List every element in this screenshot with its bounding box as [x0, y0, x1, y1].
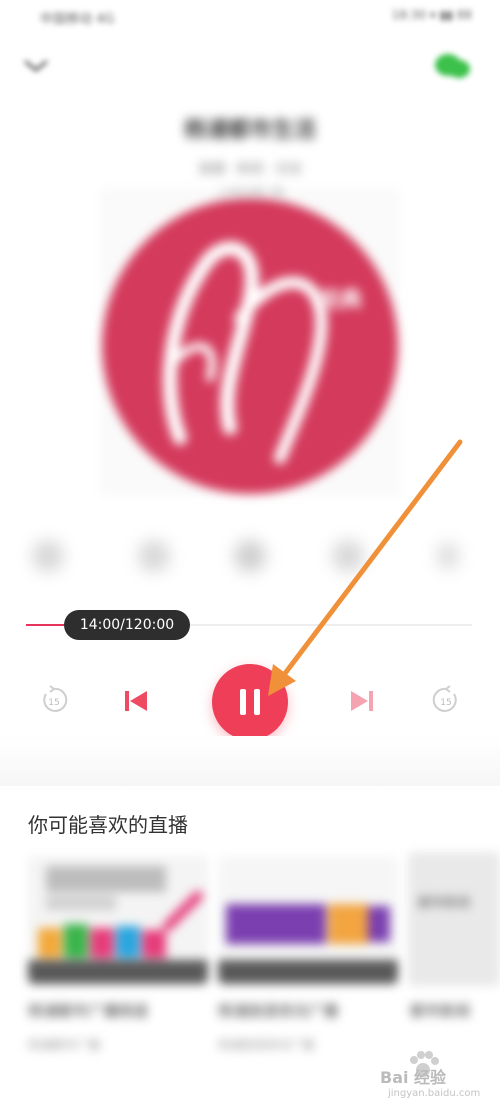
collapse-button[interactable]	[20, 50, 52, 82]
live-card-3-image[interactable]: 都市新闻	[408, 852, 500, 986]
pause-icon	[240, 689, 260, 715]
live-card-1-subtitle: 杨浦都市广播	[28, 1038, 101, 1052]
forward-label: 15	[440, 698, 451, 708]
status-bar-carrier: 中国移动 4G	[40, 12, 115, 27]
live-card-2-subtitle: 杨浦旅游资讯广播	[218, 1038, 315, 1052]
rewind-15-button[interactable]: 15	[38, 684, 70, 716]
pause-button[interactable]	[212, 664, 288, 740]
playlist-icon[interactable]	[32, 540, 64, 572]
fast-forward-icon: 15	[432, 685, 457, 712]
section-divider	[0, 736, 500, 788]
logo-label: 经典	[318, 288, 363, 313]
next-button[interactable]	[346, 686, 378, 716]
station-subtitle: 直播 · 新闻 · 访谈	[198, 162, 302, 177]
station-title: 杨浦都市生活	[183, 118, 316, 143]
wechat-share-button[interactable]	[432, 50, 472, 82]
wechat-icon	[435, 54, 470, 78]
chevron-down-icon	[24, 60, 48, 72]
radio-logo-image	[218, 856, 398, 984]
time-display: 14:00/120:00	[64, 610, 190, 640]
section-title: 你可能喜欢的直播	[28, 813, 188, 837]
download-icon[interactable]	[332, 540, 364, 572]
station-logo-image	[100, 188, 400, 496]
watermark-url: jingyan.baidu.com	[388, 1088, 481, 1099]
skip-previous-icon	[125, 691, 147, 711]
live-card-3-title[interactable]: 都市新闻	[410, 1000, 500, 1024]
watermark-brand: Bai 经验	[380, 1068, 447, 1087]
live-card-3-label: 都市新闻	[418, 896, 471, 911]
timer-icon[interactable]	[234, 540, 266, 572]
radio-logo-image	[28, 856, 208, 984]
status-bar-indicators: 18:30 ▾ ▮▮ 88	[391, 8, 472, 22]
more-icon[interactable]	[438, 544, 458, 568]
previous-button[interactable]	[120, 686, 152, 716]
rewind-icon: 15	[43, 685, 68, 712]
live-card-1-image[interactable]	[28, 856, 208, 984]
station-tag: 上海交通广播	[217, 186, 283, 199]
live-card-1-title[interactable]: 杨浦都市广播频道	[28, 1000, 208, 1024]
skip-next-icon	[351, 691, 373, 711]
rewind-label: 15	[48, 698, 59, 708]
live-card-2-title[interactable]: 杨浦旅游资讯广播	[218, 1000, 398, 1024]
forward-15-button[interactable]: 15	[430, 684, 462, 716]
live-card-2-image[interactable]	[218, 856, 398, 984]
comment-icon[interactable]	[138, 540, 170, 572]
cover-art	[100, 188, 400, 496]
